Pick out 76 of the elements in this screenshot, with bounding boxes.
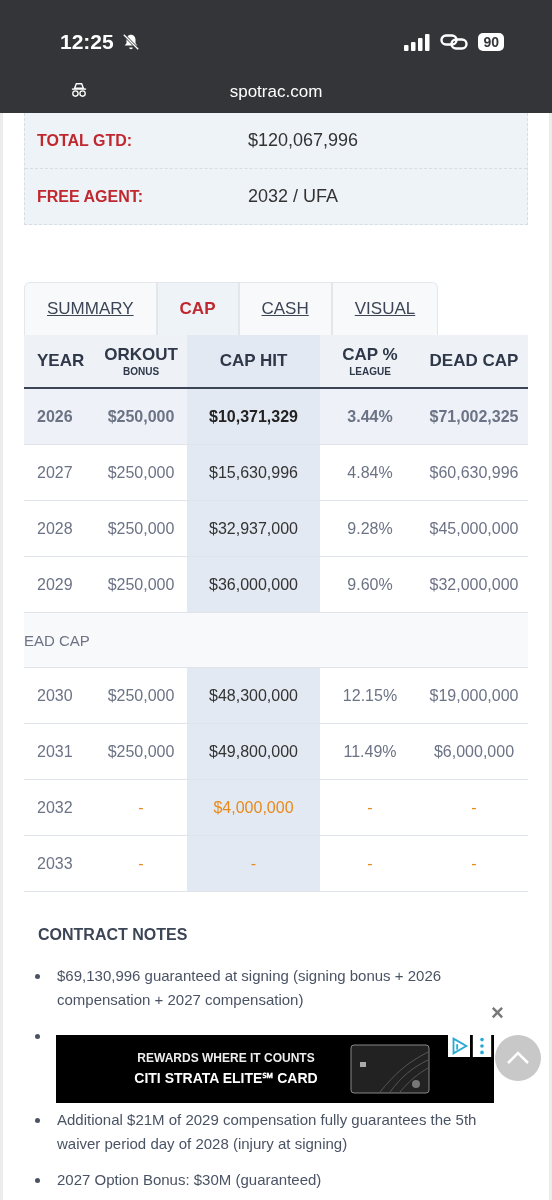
dead-cap-cell: $6,000,000 xyxy=(433,742,515,761)
year-cell: 2027 xyxy=(37,463,73,482)
more-options-icon[interactable] xyxy=(472,1035,492,1057)
note-text: $69,130,996 guaranteed at signing (signing bonus + 2026 compensation + 2027 compensation) xyxy=(57,966,443,1010)
dead-cap-cell: $71,002,325 xyxy=(429,407,519,426)
bonus-cell: $250,000 xyxy=(107,407,175,426)
ad-tagline: REWARDS WHERE IT COUNTS xyxy=(137,1051,315,1065)
year-cell: 2028 xyxy=(37,519,73,538)
year-cell: 2031 xyxy=(37,742,73,761)
bullet xyxy=(35,1034,40,1039)
cap-percent-cell: 11.49% xyxy=(343,742,397,761)
dead-cap-cell: $19,000,000 xyxy=(429,686,519,705)
battery-indicator: 90 xyxy=(478,33,504,51)
bonus-cell: $250,000 xyxy=(107,686,175,705)
cap-hit-cell: $48,300,000 xyxy=(209,686,298,705)
summary-value: 2032 / UFA xyxy=(248,186,339,207)
section-label: EAD CAP xyxy=(24,631,90,649)
column-header: CAP % LEAGUE xyxy=(341,344,399,379)
section-heading: CONTRACT NOTES xyxy=(38,926,189,944)
bell-off-icon xyxy=(121,33,140,51)
cap-hit-cell: $4,000,000 xyxy=(213,798,294,817)
cap-hit-cell: $49,800,000 xyxy=(209,742,298,761)
column-header: CAP HIT xyxy=(187,335,320,387)
bonus-cell: - xyxy=(138,798,144,817)
tab[interactable]: VISUAL xyxy=(331,282,439,335)
cap-percent-cell: 12.15% xyxy=(342,686,398,705)
column-header: DEAD CAP xyxy=(428,350,520,372)
bullet xyxy=(35,1178,40,1183)
tab[interactable]: SUMMARY xyxy=(24,282,157,335)
cap-percent-cell: 4.84% xyxy=(347,463,393,482)
note-text: Additional $21M of 2029 compensation fully guarantees the 5th waiver period day of 2028 (injury at signing) xyxy=(57,1110,478,1154)
bonus-cell: $250,000 xyxy=(107,742,175,761)
ad-banner[interactable]: REWARDS WHERE IT COUNTS CITI STRATA ELITE℠ CARD xyxy=(56,1035,494,1103)
clock-time: 12:25 xyxy=(60,30,114,54)
summary-label: TOTAL GTD: xyxy=(37,131,134,150)
cap-percent-cell: 9.60% xyxy=(347,575,393,594)
summary-value: $120,067,996 xyxy=(248,130,359,151)
year-cell: 2026 xyxy=(37,407,73,426)
cap-percent-cell: - xyxy=(367,854,373,873)
year-cell: 2033 xyxy=(37,854,73,873)
note-text: 2027 Option Bonus: $30M (guaranteed) xyxy=(57,1170,322,1190)
cap-percent-cell: 3.44% xyxy=(347,407,393,426)
cap-hit-cell: $10,371,329 xyxy=(209,407,298,426)
cap-percent-cell: 9.28% xyxy=(347,519,393,538)
tab[interactable]: CASH xyxy=(238,282,332,335)
dead-cap-cell: $45,000,000 xyxy=(429,519,519,538)
bonus-cell: $250,000 xyxy=(107,463,175,482)
chevron-up-icon xyxy=(506,1051,530,1065)
column-header: YEAR xyxy=(36,350,86,372)
year-cell: 2032 xyxy=(37,798,73,817)
credit-card-icon xyxy=(350,1044,430,1094)
close-ad-button[interactable]: × xyxy=(491,1001,504,1025)
bullet xyxy=(35,1118,40,1123)
dead-cap-cell: - xyxy=(471,798,477,817)
dead-cap-cell: - xyxy=(471,854,477,873)
url-text[interactable]: spotrac.com xyxy=(229,81,323,102)
link-icon xyxy=(440,33,469,51)
year-cell: 2030 xyxy=(37,686,73,705)
cap-hit-cell: $36,000,000 xyxy=(209,575,298,594)
dead-cap-cell: $32,000,000 xyxy=(429,575,519,594)
bullet xyxy=(35,974,40,979)
cap-hit-cell: - xyxy=(250,854,257,873)
year-cell: 2029 xyxy=(37,575,73,594)
cap-percent-cell: - xyxy=(367,798,373,817)
dead-cap-cell: $60,630,996 xyxy=(429,463,519,482)
cap-hit-cell: $15,630,996 xyxy=(209,463,298,482)
ad-headline: CITI STRATA ELITE℠ CARD xyxy=(134,1069,318,1087)
bonus-cell: - xyxy=(138,854,144,873)
signal-icon xyxy=(404,33,433,51)
bonus-cell: $250,000 xyxy=(107,575,175,594)
summary-label: FREE AGENT: xyxy=(37,187,145,206)
cap-hit-cell: $32,937,000 xyxy=(209,519,298,538)
bonus-cell: $250,000 xyxy=(107,519,175,538)
column-header: ORKOUT BONUS xyxy=(103,344,179,379)
tab[interactable]: CAP xyxy=(156,282,239,335)
incognito-icon[interactable] xyxy=(70,82,88,98)
